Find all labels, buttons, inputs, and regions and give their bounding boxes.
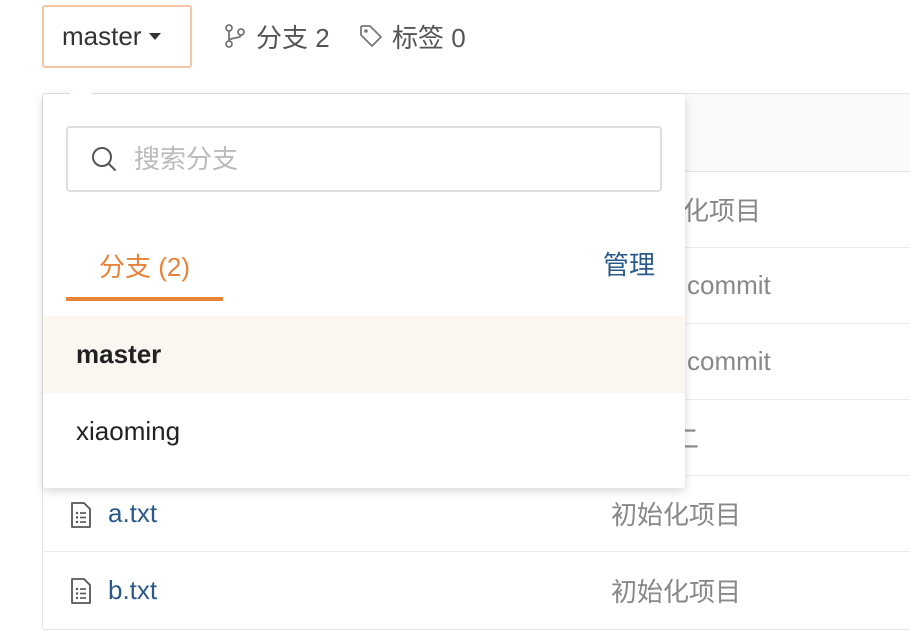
branch-search-input[interactable] bbox=[134, 143, 614, 175]
branches-count-link[interactable]: 分支 2 bbox=[222, 18, 330, 54]
file-name-link[interactable]: a.txt bbox=[108, 498, 157, 529]
branch-selector-button[interactable]: master bbox=[42, 5, 192, 68]
file-text-icon bbox=[71, 502, 91, 528]
tab-branches-label: 分支 (2) bbox=[98, 252, 190, 282]
file-row[interactable]: b.txt 初始化项目 bbox=[43, 552, 910, 628]
branch-icon bbox=[225, 24, 245, 48]
dropdown-arrow bbox=[69, 82, 93, 106]
current-branch-label: master bbox=[62, 21, 142, 51]
commit-message: 化项目 bbox=[683, 196, 762, 226]
commit-message: 初始化项目 bbox=[611, 576, 742, 607]
manage-branches-link[interactable]: 管理 bbox=[603, 245, 655, 282]
search-icon bbox=[90, 145, 118, 173]
branch-item-xiaoming[interactable]: xiaoming bbox=[43, 393, 685, 470]
caret-down-icon bbox=[149, 33, 162, 40]
commit-message: commit bbox=[687, 346, 771, 376]
commit-message: 初始化项目 bbox=[611, 500, 742, 530]
branch-search-box[interactable] bbox=[66, 126, 662, 192]
branch-item-master[interactable]: master bbox=[43, 316, 685, 393]
tab-branches[interactable]: 分支 (2) bbox=[66, 239, 223, 301]
tags-count-label: 标签 0 bbox=[392, 22, 466, 53]
commit-message: commit bbox=[687, 270, 771, 300]
file-name-link[interactable]: b.txt bbox=[108, 575, 157, 606]
tags-count-link[interactable]: 标签 0 bbox=[358, 18, 466, 54]
tag-icon bbox=[360, 25, 382, 47]
branches-count-label: 分支 2 bbox=[256, 22, 330, 53]
branch-dropdown: 分支 (2) 管理 master xiaoming bbox=[43, 82, 685, 488]
file-text-icon bbox=[71, 578, 91, 604]
